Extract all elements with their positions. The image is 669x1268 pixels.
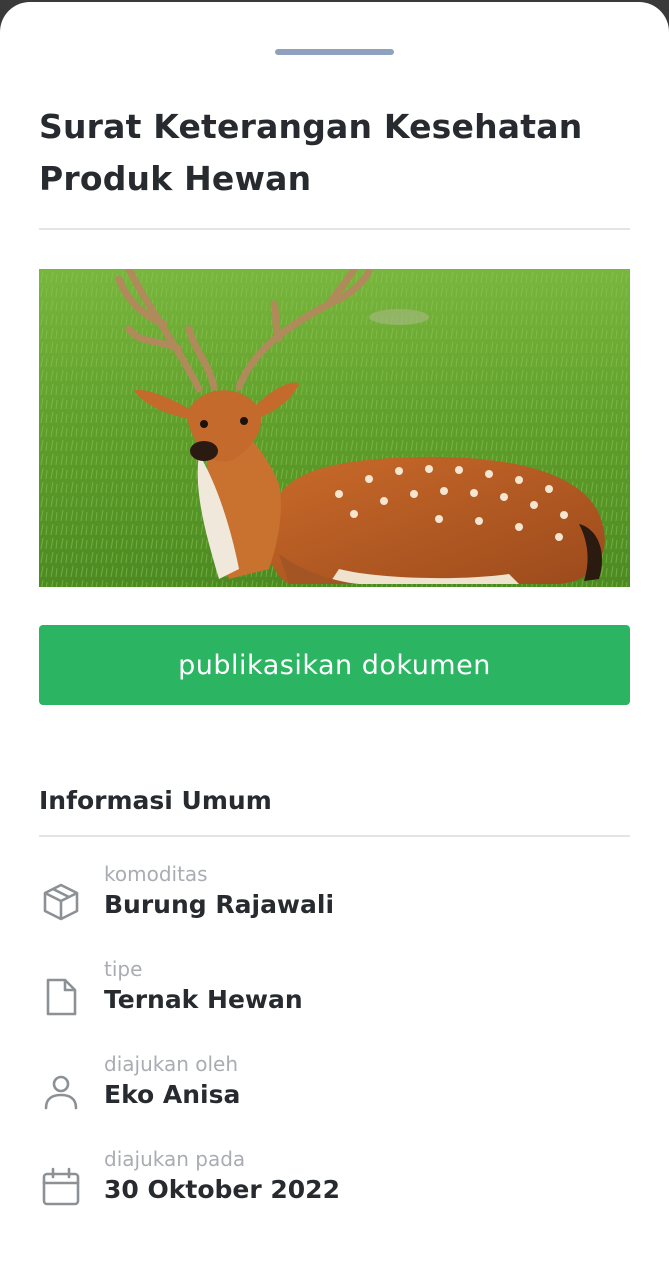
info-row-type: tipe Ternak Hewan	[39, 957, 630, 1037]
box-icon	[43, 883, 79, 921]
submitted-by-value: Eko Anisa	[104, 1080, 241, 1109]
type-label: tipe	[104, 957, 143, 981]
info-row-submitted-at: diajukan pada 30 Oktober 2022	[39, 1147, 630, 1227]
user-icon	[44, 1075, 78, 1110]
commodity-photo	[39, 269, 630, 587]
sheet-drag-handle[interactable]	[275, 49, 394, 55]
document-title: Surat Keterangan Kesehatan Produk Hewan	[39, 107, 583, 198]
bottom-sheet: Surat Keterangan Kesehatan Produk Hewan	[0, 2, 669, 1268]
title-divider	[39, 228, 630, 230]
document-icon	[46, 978, 77, 1016]
info-row-submitted-by: diajukan oleh Eko Anisa	[39, 1052, 630, 1132]
submitted-at-label: diajukan pada	[104, 1147, 246, 1171]
submitted-by-label: diajukan oleh	[104, 1052, 239, 1076]
commodity-value: Burung Rajawali	[104, 890, 335, 919]
deer-photo-illustration	[39, 269, 630, 587]
publish-document-button[interactable]: publikasikan dokumen	[39, 625, 630, 705]
type-value: Ternak Hewan	[104, 985, 303, 1014]
section-title-general-info: Informasi Umum	[39, 786, 272, 815]
submitted-at-value: 30 Oktober 2022	[104, 1175, 340, 1204]
calendar-icon	[42, 1167, 80, 1206]
info-row-commodity: komoditas Burung Rajawali	[39, 862, 630, 942]
commodity-label: komoditas	[104, 862, 208, 886]
section-divider	[39, 835, 630, 837]
